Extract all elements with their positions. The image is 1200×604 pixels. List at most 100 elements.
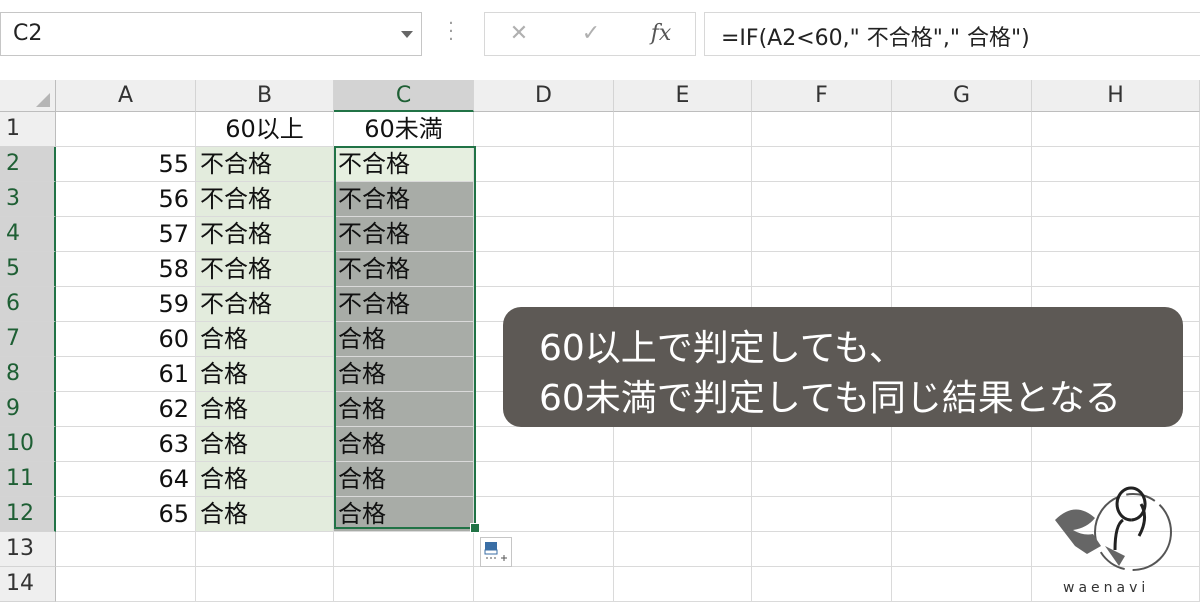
row-header-11[interactable]: 11 [0, 462, 56, 497]
cell-e11[interactable] [614, 462, 752, 497]
cell-c6[interactable]: 不合格 [334, 287, 474, 322]
row-header-8[interactable]: 8 [0, 357, 56, 392]
cell-h10[interactable] [1032, 427, 1200, 462]
cell-d2[interactable] [474, 147, 614, 182]
cell-c4[interactable]: 不合格 [334, 217, 474, 252]
cell-b10[interactable]: 合格 [196, 427, 334, 462]
cell-d14[interactable] [474, 567, 614, 602]
cell-f11[interactable] [752, 462, 892, 497]
cell-f5[interactable] [752, 252, 892, 287]
row-header-13[interactable]: 13 [0, 532, 56, 567]
column-header-f[interactable]: F [752, 80, 892, 112]
cell-f4[interactable] [752, 217, 892, 252]
cell-a2[interactable]: 55 [56, 147, 196, 182]
cell-c7[interactable]: 合格 [334, 322, 474, 357]
cell-e1[interactable] [614, 112, 752, 147]
row-header-7[interactable]: 7 [0, 322, 56, 357]
cell-g11[interactable] [892, 462, 1032, 497]
row-header-1[interactable]: 1 [0, 112, 56, 147]
cell-d1[interactable] [474, 112, 614, 147]
row-header-3[interactable]: 3 [0, 182, 56, 217]
cell-a12[interactable]: 65 [56, 497, 196, 532]
cell-f14[interactable] [752, 567, 892, 602]
cell-b1[interactable]: 60以上 [196, 112, 334, 147]
cell-d3[interactable] [474, 182, 614, 217]
cell-b6[interactable]: 不合格 [196, 287, 334, 322]
cell-c10[interactable]: 合格 [334, 427, 474, 462]
cell-e5[interactable] [614, 252, 752, 287]
cell-c11[interactable]: 合格 [334, 462, 474, 497]
cell-b12[interactable]: 合格 [196, 497, 334, 532]
cell-d11[interactable] [474, 462, 614, 497]
cell-a3[interactable]: 56 [56, 182, 196, 217]
column-header-a[interactable]: A [56, 80, 196, 112]
cell-b5[interactable]: 不合格 [196, 252, 334, 287]
row-header-6[interactable]: 6 [0, 287, 56, 322]
cell-a9[interactable]: 62 [56, 392, 196, 427]
cell-c13[interactable] [334, 532, 474, 567]
cell-a10[interactable]: 63 [56, 427, 196, 462]
cell-b14[interactable] [196, 567, 334, 602]
cell-f13[interactable] [752, 532, 892, 567]
cell-e12[interactable] [614, 497, 752, 532]
row-header-12[interactable]: 12 [0, 497, 56, 532]
cell-h4[interactable] [1032, 217, 1200, 252]
cell-e2[interactable] [614, 147, 752, 182]
cell-c5[interactable]: 不合格 [334, 252, 474, 287]
cell-g1[interactable] [892, 112, 1032, 147]
cell-b8[interactable]: 合格 [196, 357, 334, 392]
cell-h2[interactable] [1032, 147, 1200, 182]
cell-g5[interactable] [892, 252, 1032, 287]
cell-d4[interactable] [474, 217, 614, 252]
cell-g2[interactable] [892, 147, 1032, 182]
row-header-5[interactable]: 5 [0, 252, 56, 287]
select-all-button[interactable] [0, 80, 56, 112]
row-header-2[interactable]: 2 [0, 147, 56, 182]
cell-h1[interactable] [1032, 112, 1200, 147]
cell-a4[interactable]: 57 [56, 217, 196, 252]
cell-a5[interactable]: 58 [56, 252, 196, 287]
cell-f1[interactable] [752, 112, 892, 147]
cell-c12[interactable]: 合格 [334, 497, 474, 532]
cell-d10[interactable] [474, 427, 614, 462]
column-header-c[interactable]: C [334, 80, 474, 112]
cell-g14[interactable] [892, 567, 1032, 602]
cell-f12[interactable] [752, 497, 892, 532]
cell-a14[interactable] [56, 567, 196, 602]
column-header-g[interactable]: G [892, 80, 1032, 112]
cell-e13[interactable] [614, 532, 752, 567]
column-header-d[interactable]: D [474, 80, 614, 112]
cell-b4[interactable]: 不合格 [196, 217, 334, 252]
cell-h3[interactable] [1032, 182, 1200, 217]
column-header-e[interactable]: E [614, 80, 752, 112]
cell-c3[interactable]: 不合格 [334, 182, 474, 217]
cell-g3[interactable] [892, 182, 1032, 217]
cell-e4[interactable] [614, 217, 752, 252]
cell-b11[interactable]: 合格 [196, 462, 334, 497]
cell-e3[interactable] [614, 182, 752, 217]
cell-f2[interactable] [752, 147, 892, 182]
cell-a7[interactable]: 60 [56, 322, 196, 357]
cell-g13[interactable] [892, 532, 1032, 567]
cell-g10[interactable] [892, 427, 1032, 462]
cell-c14[interactable] [334, 567, 474, 602]
cell-a8[interactable]: 61 [56, 357, 196, 392]
row-header-4[interactable]: 4 [0, 217, 56, 252]
cell-a13[interactable] [56, 532, 196, 567]
row-header-10[interactable]: 10 [0, 427, 56, 462]
cell-h5[interactable] [1032, 252, 1200, 287]
cell-c8[interactable]: 合格 [334, 357, 474, 392]
quick-analysis-button[interactable] [480, 537, 512, 567]
row-header-14[interactable]: 14 [0, 567, 56, 602]
fill-handle[interactable] [470, 523, 480, 533]
cell-a1[interactable] [56, 112, 196, 147]
cell-f10[interactable] [752, 427, 892, 462]
cell-b9[interactable]: 合格 [196, 392, 334, 427]
column-header-b[interactable]: B [196, 80, 334, 112]
cell-b2[interactable]: 不合格 [196, 147, 334, 182]
cell-b3[interactable]: 不合格 [196, 182, 334, 217]
column-header-h[interactable]: H [1032, 80, 1200, 112]
cell-c1[interactable]: 60未満 [334, 112, 474, 147]
cell-d5[interactable] [474, 252, 614, 287]
cell-g12[interactable] [892, 497, 1032, 532]
